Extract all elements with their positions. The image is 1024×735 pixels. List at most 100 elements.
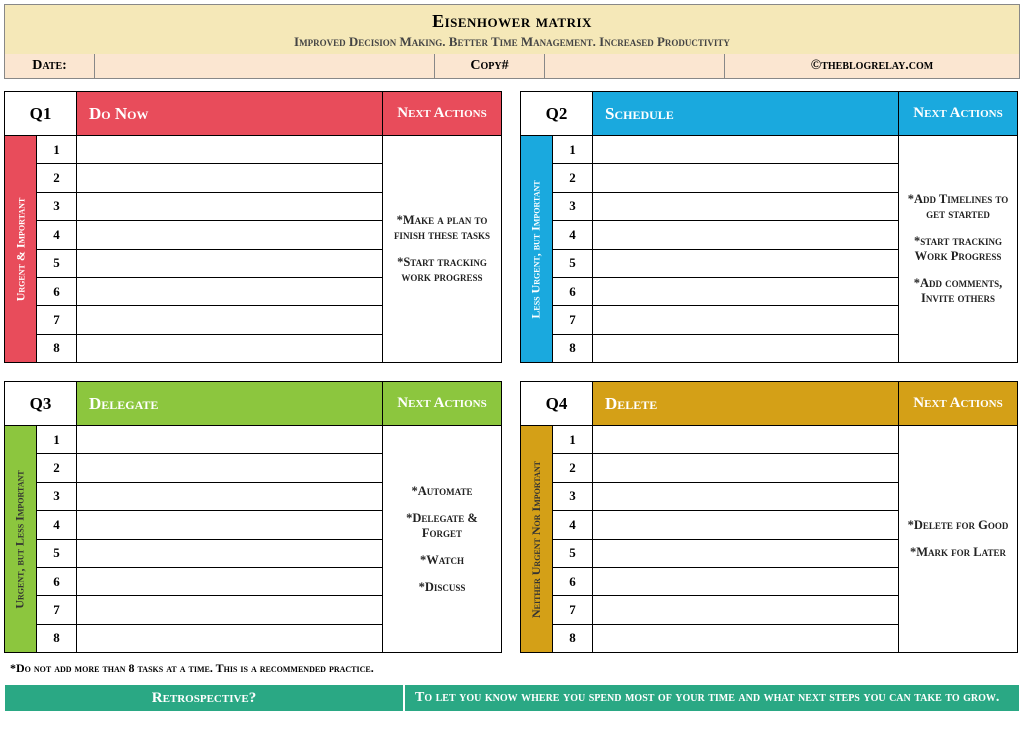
task-cell[interactable] [77, 568, 383, 596]
row-number: 6 [553, 278, 593, 306]
retrospective-row: Retrospective? To let you know where you… [4, 684, 1020, 712]
retro-label: Retrospective? [5, 685, 405, 711]
row-number: 6 [37, 278, 77, 306]
task-cell[interactable] [77, 454, 383, 482]
task-cell[interactable] [593, 426, 899, 454]
task-cell[interactable] [77, 596, 383, 624]
action-item: *Mark for Later [905, 545, 1011, 560]
row-number: 5 [37, 250, 77, 278]
task-cell[interactable] [593, 278, 899, 306]
action-item: *Discuss [389, 580, 495, 595]
row-number: 2 [553, 454, 593, 482]
row-number: 8 [37, 625, 77, 652]
row-number: 3 [37, 483, 77, 511]
side-label: Urgent & Important [5, 136, 37, 362]
action-item: *Watch [389, 553, 495, 568]
task-cell[interactable] [593, 250, 899, 278]
task-cell[interactable] [77, 136, 383, 164]
quad-code: Q3 [5, 382, 77, 426]
action-item: *Automate [389, 484, 495, 499]
task-cell[interactable] [77, 250, 383, 278]
task-cell[interactable] [77, 483, 383, 511]
quadrant-q3: Q3DelegateNext ActionsUrgent, but Less I… [4, 381, 502, 653]
retro-text: To let you know where you spend most of … [405, 685, 1019, 711]
action-item: *start tracking Work Progress [905, 234, 1011, 264]
row-number: 7 [553, 596, 593, 624]
row-number: 5 [553, 540, 593, 568]
side-label: Neither Urgent Nor Important [521, 426, 553, 652]
task-cell[interactable] [77, 278, 383, 306]
task-cell[interactable] [593, 540, 899, 568]
task-cell[interactable] [593, 193, 899, 221]
task-cell[interactable] [593, 454, 899, 482]
quad-title: Schedule [593, 92, 899, 136]
task-cell[interactable] [77, 540, 383, 568]
task-cell[interactable] [593, 568, 899, 596]
copy-value[interactable] [545, 54, 725, 78]
meta-row: Date: Copy# ©theblogrelay.com [5, 54, 1019, 78]
row-numbers: 12345678 [37, 136, 77, 362]
task-cell[interactable] [77, 164, 383, 192]
task-cell[interactable] [77, 221, 383, 249]
actions-column: *Automate *Delegate & Forget *Watch *Discus… [383, 426, 501, 652]
task-cell[interactable] [77, 426, 383, 454]
row-numbers: 12345678 [553, 426, 593, 652]
action-item: *Make a plan to finish these tasks [389, 213, 495, 243]
task-cell[interactable] [593, 136, 899, 164]
task-cell[interactable] [593, 511, 899, 539]
quad-title: Do Now [77, 92, 383, 136]
next-actions-header: Next Actions [899, 92, 1017, 136]
row-numbers: 12345678 [37, 426, 77, 652]
task-cell[interactable] [593, 306, 899, 334]
row-number: 8 [553, 335, 593, 362]
row-number: 1 [553, 136, 593, 164]
row-number: 5 [553, 250, 593, 278]
task-cell[interactable] [77, 511, 383, 539]
row-number: 2 [37, 164, 77, 192]
row-number: 7 [37, 306, 77, 334]
row-number: 5 [37, 540, 77, 568]
task-cell[interactable] [77, 193, 383, 221]
actions-column: *Delete for Good*Mark for Later [899, 426, 1017, 652]
next-actions-header: Next Actions [383, 382, 501, 426]
quadrant-q1: Q1Do NowNext ActionsUrgent & Important12… [4, 91, 502, 363]
row-number: 1 [553, 426, 593, 454]
action-item: *Delegate & Forget [389, 511, 495, 541]
row-number: 2 [37, 454, 77, 482]
main-title: Eisenhower matrix [5, 11, 1019, 32]
date-value[interactable] [95, 54, 435, 78]
quad-code: Q1 [5, 92, 77, 136]
task-cell[interactable] [593, 596, 899, 624]
copy-label: Copy# [435, 54, 545, 78]
task-cell[interactable] [593, 625, 899, 652]
footnote: *Do not add more than 8 tasks at a time.… [10, 661, 1020, 676]
task-cell[interactable] [593, 164, 899, 192]
task-cell[interactable] [593, 221, 899, 249]
row-number: 4 [37, 511, 77, 539]
actions-column: *Make a plan to finish these tasks*Start… [383, 136, 501, 362]
date-label: Date: [5, 54, 95, 78]
row-number: 1 [37, 426, 77, 454]
task-cell[interactable] [77, 335, 383, 362]
quad-code: Q2 [521, 92, 593, 136]
quad-title: Delegate [77, 382, 383, 426]
row-number: 6 [553, 568, 593, 596]
row-number: 7 [37, 596, 77, 624]
row-number: 2 [553, 164, 593, 192]
task-cell[interactable] [593, 483, 899, 511]
quadrant-q2: Q2ScheduleNext Actions Less Urgent, but I… [520, 91, 1018, 363]
task-cell[interactable] [593, 335, 899, 362]
task-column [77, 426, 383, 652]
row-number: 3 [553, 483, 593, 511]
row-number: 4 [553, 511, 593, 539]
header: Eisenhower matrix Improved Decision Maki… [4, 4, 1020, 79]
task-column [593, 426, 899, 652]
row-number: 1 [37, 136, 77, 164]
task-cell[interactable] [77, 306, 383, 334]
subtitle: Improved Decision Making. Better Time Ma… [5, 34, 1019, 50]
task-column [77, 136, 383, 362]
task-cell[interactable] [77, 625, 383, 652]
side-label: Less Urgent, but Important [521, 136, 553, 362]
row-number: 8 [37, 335, 77, 362]
row-number: 4 [37, 221, 77, 249]
